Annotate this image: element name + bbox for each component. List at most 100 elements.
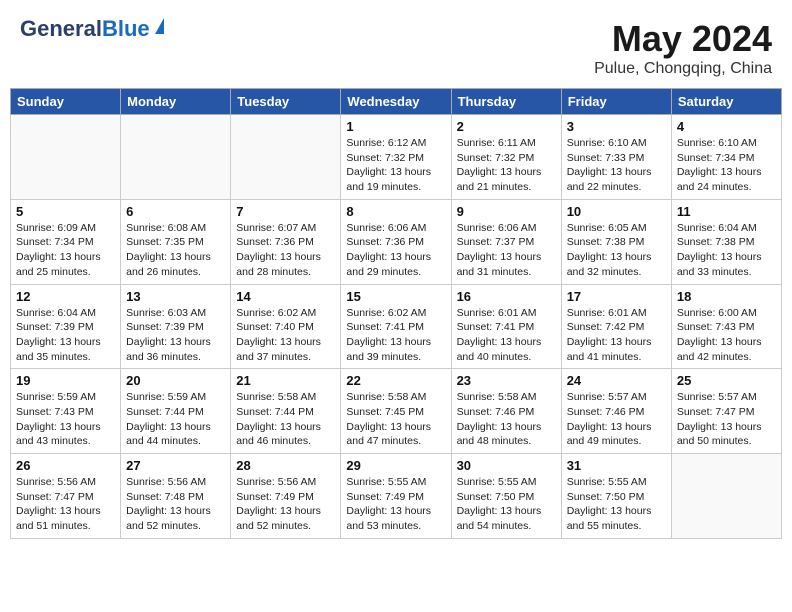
day-number: 19 xyxy=(16,373,115,388)
calendar-cell: 16Sunrise: 6:01 AM Sunset: 7:41 PM Dayli… xyxy=(451,284,561,369)
calendar-cell: 30Sunrise: 5:55 AM Sunset: 7:50 PM Dayli… xyxy=(451,454,561,539)
calendar-cell: 18 Sunrise: 6:00 AM Sunset: 7:43 PM Dayli… xyxy=(671,284,781,369)
title-area: May 2024 Pulue, Chongqing, China xyxy=(594,18,772,78)
day-info: Sunrise: 6:01 AM Sunset: 7:42 PM Dayligh… xyxy=(567,306,666,365)
calendar-cell: 3 Sunrise: 6:10 AM Sunset: 7:33 PM Daylig… xyxy=(561,115,671,200)
calendar-cell xyxy=(121,115,231,200)
calendar-cell: 13Sunrise: 6:03 AM Sunset: 7:39 PM Dayli… xyxy=(121,284,231,369)
day-number: 4 xyxy=(677,119,776,134)
day-number: 2 xyxy=(457,119,556,134)
day-info: Sunrise: 5:55 AM Sunset: 7:50 PM Dayligh… xyxy=(567,475,666,534)
calendar-cell: 11 Sunrise: 6:04 AM Sunset: 7:38 PM Dayli… xyxy=(671,199,781,284)
calendar-cell: 15 Sunrise: 6:02 AM Sunset: 7:41 PM Dayli… xyxy=(341,284,451,369)
calendar-week-row: 1 Sunrise: 6:12 AM Sunset: 7:32 PM Daylig… xyxy=(11,115,782,200)
calendar-cell: 26 Sunrise: 5:56 AM Sunset: 7:47 PM Dayli… xyxy=(11,454,121,539)
calendar-table: SundayMondayTuesdayWednesdayThursdayFrid… xyxy=(10,88,782,539)
calendar-cell: 19 Sunrise: 5:59 AM Sunset: 7:43 PM Dayli… xyxy=(11,369,121,454)
day-info: Sunrise: 5:58 AM Sunset: 7:46 PM Dayligh… xyxy=(457,390,556,449)
day-info: Sunrise: 5:59 AM Sunset: 7:44 PM Dayligh… xyxy=(126,390,225,449)
day-info: Sunrise: 6:12 AM Sunset: 7:32 PM Dayligh… xyxy=(346,136,445,195)
day-number: 28 xyxy=(236,458,335,473)
day-info: Sunrise: 5:55 AM Sunset: 7:49 PM Dayligh… xyxy=(346,475,445,534)
calendar-week-row: 5 Sunrise: 6:09 AM Sunset: 7:34 PM Daylig… xyxy=(11,199,782,284)
day-number: 8 xyxy=(346,204,445,219)
day-number: 24 xyxy=(567,373,666,388)
day-info: Sunrise: 6:09 AM Sunset: 7:34 PM Dayligh… xyxy=(16,221,115,280)
weekday-header-tuesday: Tuesday xyxy=(231,89,341,115)
day-info: Sunrise: 5:58 AM Sunset: 7:45 PM Dayligh… xyxy=(346,390,445,449)
day-number: 9 xyxy=(457,204,556,219)
calendar-cell: 14Sunrise: 6:02 AM Sunset: 7:40 PM Dayli… xyxy=(231,284,341,369)
day-info: Sunrise: 5:55 AM Sunset: 7:50 PM Dayligh… xyxy=(457,475,556,534)
calendar-cell: 28 Sunrise: 5:56 AM Sunset: 7:49 PM Dayli… xyxy=(231,454,341,539)
calendar-week-row: 12 Sunrise: 6:04 AM Sunset: 7:39 PM Dayli… xyxy=(11,284,782,369)
day-number: 5 xyxy=(16,204,115,219)
day-info: Sunrise: 5:59 AM Sunset: 7:43 PM Dayligh… xyxy=(16,390,115,449)
weekday-header-saturday: Saturday xyxy=(671,89,781,115)
day-number: 23 xyxy=(457,373,556,388)
calendar-cell: 21Sunrise: 5:58 AM Sunset: 7:44 PM Dayli… xyxy=(231,369,341,454)
calendar-cell xyxy=(11,115,121,200)
day-info: Sunrise: 5:56 AM Sunset: 7:48 PM Dayligh… xyxy=(126,475,225,534)
calendar-cell: 23 Sunrise: 5:58 AM Sunset: 7:46 PM Dayli… xyxy=(451,369,561,454)
day-number: 13 xyxy=(126,289,225,304)
day-info: Sunrise: 6:02 AM Sunset: 7:41 PM Dayligh… xyxy=(346,306,445,365)
logo-blue-text: Blue xyxy=(102,16,150,41)
calendar-cell: 10Sunrise: 6:05 AM Sunset: 7:38 PM Dayli… xyxy=(561,199,671,284)
day-info: Sunrise: 6:06 AM Sunset: 7:37 PM Dayligh… xyxy=(457,221,556,280)
location-subtitle: Pulue, Chongqing, China xyxy=(594,60,772,78)
day-number: 27 xyxy=(126,458,225,473)
day-number: 21 xyxy=(236,373,335,388)
day-number: 16 xyxy=(457,289,556,304)
day-number: 3 xyxy=(567,119,666,134)
day-number: 1 xyxy=(346,119,445,134)
day-number: 15 xyxy=(346,289,445,304)
calendar-cell: 7Sunrise: 6:07 AM Sunset: 7:36 PM Daylig… xyxy=(231,199,341,284)
calendar-cell: 17 Sunrise: 6:01 AM Sunset: 7:42 PM Dayli… xyxy=(561,284,671,369)
weekday-header-sunday: Sunday xyxy=(11,89,121,115)
day-number: 31 xyxy=(567,458,666,473)
logo: GeneralBlue xyxy=(20,18,154,41)
calendar-cell: 8 Sunrise: 6:06 AM Sunset: 7:36 PM Daylig… xyxy=(341,199,451,284)
day-info: Sunrise: 6:04 AM Sunset: 7:39 PM Dayligh… xyxy=(16,306,115,365)
day-number: 10 xyxy=(567,204,666,219)
day-number: 22 xyxy=(346,373,445,388)
calendar-cell xyxy=(671,454,781,539)
calendar-cell: 6 Sunrise: 6:08 AM Sunset: 7:35 PM Daylig… xyxy=(121,199,231,284)
day-info: Sunrise: 6:00 AM Sunset: 7:43 PM Dayligh… xyxy=(677,306,776,365)
calendar-cell: 4 Sunrise: 6:10 AM Sunset: 7:34 PM Daylig… xyxy=(671,115,781,200)
day-number: 6 xyxy=(126,204,225,219)
calendar-cell: 9 Sunrise: 6:06 AM Sunset: 7:37 PM Daylig… xyxy=(451,199,561,284)
calendar-cell: 22 Sunrise: 5:58 AM Sunset: 7:45 PM Dayli… xyxy=(341,369,451,454)
calendar-cell: 31 Sunrise: 5:55 AM Sunset: 7:50 PM Dayli… xyxy=(561,454,671,539)
calendar-week-row: 26 Sunrise: 5:56 AM Sunset: 7:47 PM Dayli… xyxy=(11,454,782,539)
day-number: 20 xyxy=(126,373,225,388)
day-info: Sunrise: 5:56 AM Sunset: 7:47 PM Dayligh… xyxy=(16,475,115,534)
day-info: Sunrise: 6:04 AM Sunset: 7:38 PM Dayligh… xyxy=(677,221,776,280)
day-info: Sunrise: 6:02 AM Sunset: 7:40 PM Dayligh… xyxy=(236,306,335,365)
day-number: 11 xyxy=(677,204,776,219)
calendar-cell xyxy=(231,115,341,200)
day-info: Sunrise: 6:10 AM Sunset: 7:34 PM Dayligh… xyxy=(677,136,776,195)
calendar-cell: 25 Sunrise: 5:57 AM Sunset: 7:47 PM Dayli… xyxy=(671,369,781,454)
month-year-title: May 2024 xyxy=(594,18,772,60)
calendar-cell: 12 Sunrise: 6:04 AM Sunset: 7:39 PM Dayli… xyxy=(11,284,121,369)
calendar-cell: 2 Sunrise: 6:11 AM Sunset: 7:32 PM Daylig… xyxy=(451,115,561,200)
day-number: 25 xyxy=(677,373,776,388)
day-info: Sunrise: 5:56 AM Sunset: 7:49 PM Dayligh… xyxy=(236,475,335,534)
day-info: Sunrise: 6:08 AM Sunset: 7:35 PM Dayligh… xyxy=(126,221,225,280)
day-number: 7 xyxy=(236,204,335,219)
calendar-cell: 5 Sunrise: 6:09 AM Sunset: 7:34 PM Daylig… xyxy=(11,199,121,284)
calendar-cell: 20 Sunrise: 5:59 AM Sunset: 7:44 PM Dayli… xyxy=(121,369,231,454)
page-header: GeneralBlue May 2024 Pulue, Chongqing, C… xyxy=(10,10,782,82)
day-info: Sunrise: 5:57 AM Sunset: 7:47 PM Dayligh… xyxy=(677,390,776,449)
day-info: Sunrise: 6:11 AM Sunset: 7:32 PM Dayligh… xyxy=(457,136,556,195)
calendar-cell: 27 Sunrise: 5:56 AM Sunset: 7:48 PM Dayli… xyxy=(121,454,231,539)
day-number: 26 xyxy=(16,458,115,473)
day-number: 18 xyxy=(677,289,776,304)
day-info: Sunrise: 6:06 AM Sunset: 7:36 PM Dayligh… xyxy=(346,221,445,280)
calendar-cell: 1 Sunrise: 6:12 AM Sunset: 7:32 PM Daylig… xyxy=(341,115,451,200)
day-number: 17 xyxy=(567,289,666,304)
day-info: Sunrise: 6:10 AM Sunset: 7:33 PM Dayligh… xyxy=(567,136,666,195)
day-number: 12 xyxy=(16,289,115,304)
